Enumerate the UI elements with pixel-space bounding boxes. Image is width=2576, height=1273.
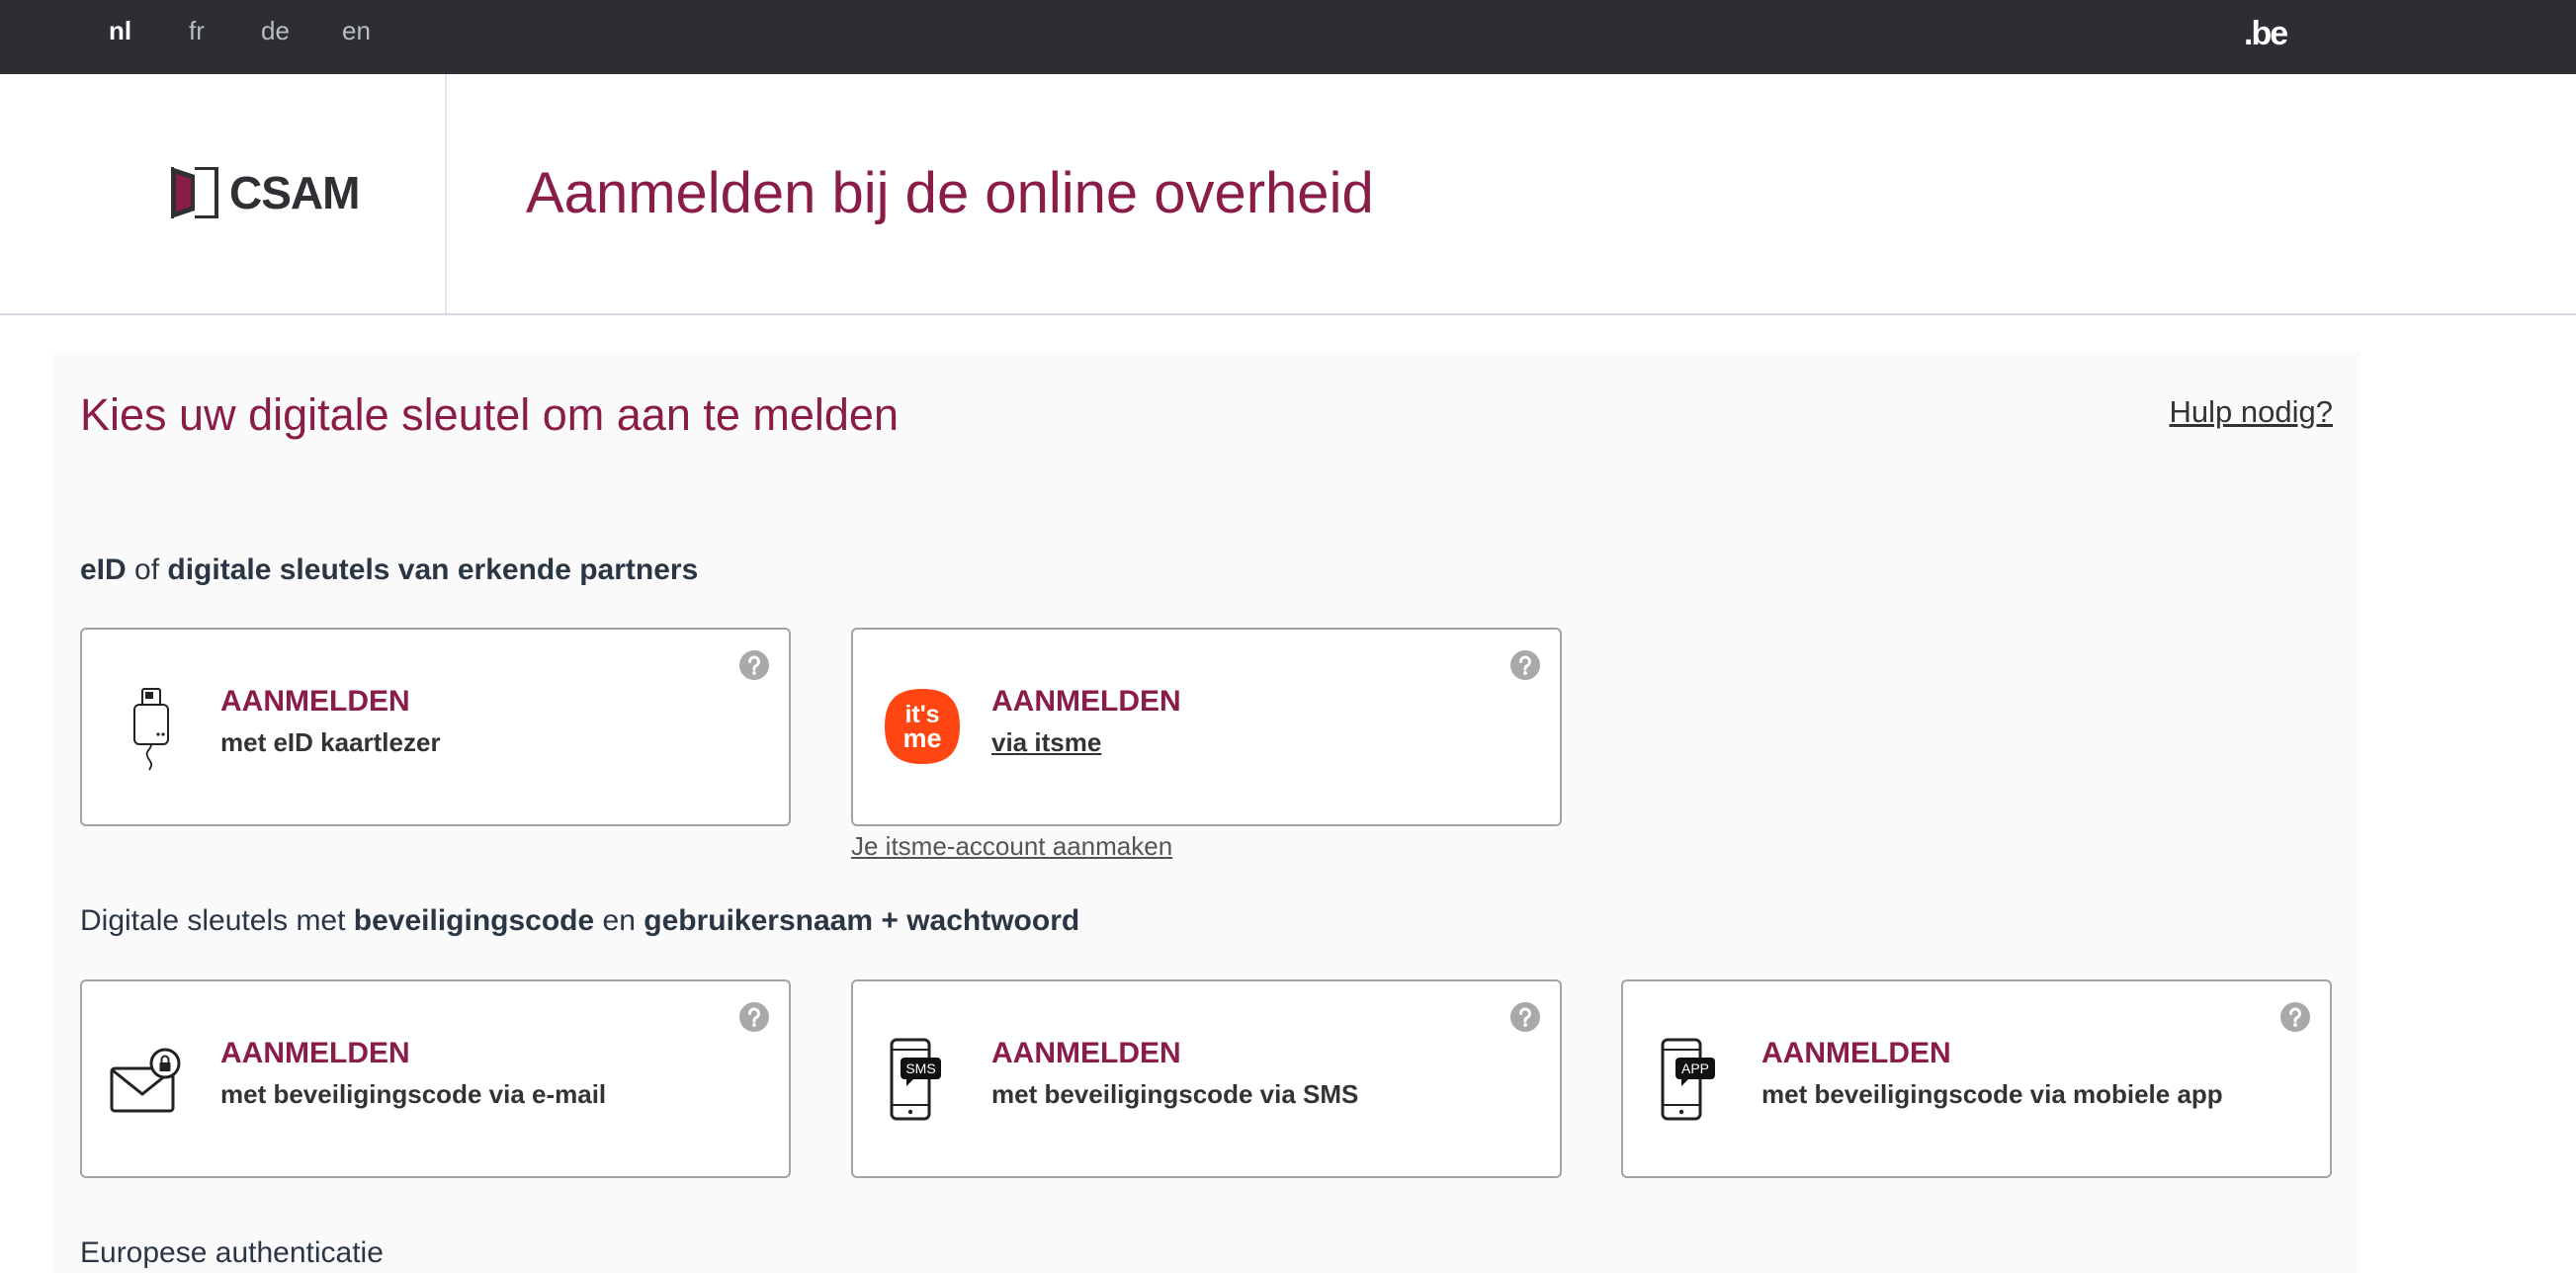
help-question-icon[interactable] <box>2280 1002 2310 1032</box>
csam-logo-text: CSAM <box>229 167 360 218</box>
top-bar: nl fr de en .be <box>0 0 2576 74</box>
card-subtitle: met eID kaartlezer <box>220 727 441 757</box>
phone-app-icon: APP <box>1661 1038 1715 1121</box>
choose-key-heading: Kies uw digitale sleutel om aan te melde… <box>80 389 899 440</box>
section-label-security-code: Digitale sleutels met beveiligingscode e… <box>80 903 1079 939</box>
card-subtitle: via itsme <box>991 727 1102 757</box>
card-title: AANMELDEN <box>220 1037 410 1069</box>
help-question-icon[interactable] <box>739 1002 769 1032</box>
sms-badge-text: SMS <box>905 1061 935 1076</box>
csam-door-logo-icon <box>171 167 218 218</box>
email-lock-icon <box>110 1048 181 1113</box>
app-badge-text: APP <box>1681 1061 1709 1076</box>
language-fr[interactable]: fr <box>189 16 205 45</box>
header: CSAM Aanmelden bij de online overheid <box>0 74 2576 315</box>
card-subtitle: met beveiligingscode via e-mail <box>220 1079 607 1109</box>
login-card-itsme[interactable]: it's me AANMELDEN via itsme <box>851 628 1562 826</box>
label-part: eID <box>80 553 127 586</box>
card-title: AANMELDEN <box>991 685 1181 718</box>
header-divider <box>445 74 447 313</box>
login-card-sms[interactable]: SMS AANMELDEN met beveiligingscode via S… <box>851 979 1562 1178</box>
login-card-eid[interactable]: AANMELDEN met eID kaartlezer <box>80 628 791 826</box>
label-part: Digitale sleutels met <box>80 904 354 937</box>
help-question-icon[interactable] <box>1510 650 1540 680</box>
phone-sms-icon: SMS <box>890 1038 941 1121</box>
section-label-eid-partners: eID of digitale sleutels van erkende par… <box>80 552 698 588</box>
language-en[interactable]: en <box>342 16 371 45</box>
help-link[interactable]: Hulp nodig? <box>2170 393 2333 431</box>
card-title: AANMELDEN <box>220 685 410 718</box>
help-question-icon[interactable] <box>1510 1002 1540 1032</box>
login-card-email[interactable]: AANMELDEN met beveiligingscode via e-mai… <box>80 979 791 1178</box>
card-subtitle: met beveiligingscode via mobiele app <box>1761 1079 2223 1109</box>
login-card-app[interactable]: APP AANMELDEN met beveiligingscode via m… <box>1621 979 2332 1178</box>
language-de[interactable]: de <box>261 16 290 45</box>
eid-card-reader-icon <box>133 688 169 771</box>
section-label-european: Europese authenticatie <box>80 1236 384 1269</box>
label-part: of <box>126 553 168 586</box>
page-title: Aanmelden bij de online overheid <box>526 161 1374 225</box>
itsme-logo-text-bottom: me <box>902 723 941 753</box>
help-question-icon[interactable] <box>739 650 769 680</box>
label-part: digitale sleutels van erkende partners <box>167 553 699 586</box>
card-title: AANMELDEN <box>1761 1037 1951 1069</box>
belgium-be-logo[interactable]: .be <box>2244 14 2288 53</box>
card-title: AANMELDEN <box>991 1037 1181 1069</box>
label-part: beveiligingscode <box>353 904 595 937</box>
label-part: gebruikersnaam + wachtwoord <box>644 904 1080 937</box>
card-subtitle: met beveiligingscode via SMS <box>991 1079 1359 1109</box>
itsme-logo: it's me <box>885 689 960 764</box>
label-part: en <box>594 904 644 937</box>
create-itsme-account-link[interactable]: Je itsme-account aanmaken <box>851 830 1172 862</box>
language-nl[interactable]: nl <box>109 16 131 45</box>
